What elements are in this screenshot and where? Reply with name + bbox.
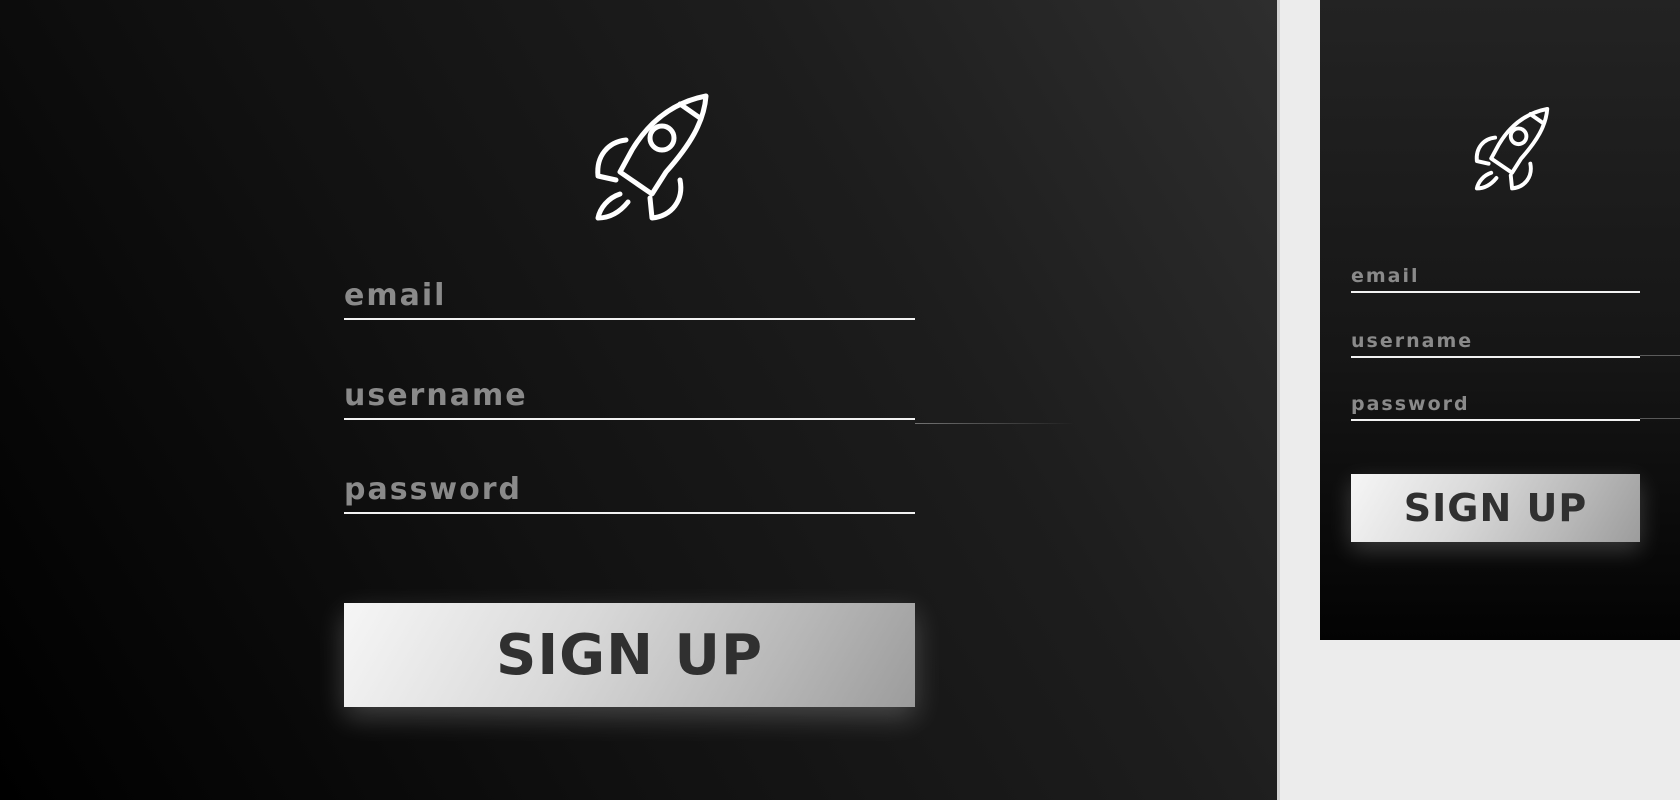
rocket-icon xyxy=(595,93,709,221)
underline-glare xyxy=(1640,355,1680,356)
email-input-small[interactable] xyxy=(1351,260,1640,291)
rocket-icon xyxy=(1474,106,1550,191)
username-field-small[interactable] xyxy=(1351,325,1640,358)
signup-button-small[interactable]: SIGN UP xyxy=(1351,474,1640,542)
page: SIGN UP SIGN UP xyxy=(0,0,1680,800)
signup-button[interactable]: SIGN UP xyxy=(344,603,915,707)
password-input-small[interactable] xyxy=(1351,388,1640,419)
email-field-small[interactable] xyxy=(1351,260,1640,293)
username-field[interactable] xyxy=(344,372,915,420)
underline-glare xyxy=(915,423,1075,424)
panel-divider xyxy=(1277,0,1280,800)
email-input[interactable] xyxy=(344,272,915,318)
password-field-small[interactable] xyxy=(1351,388,1640,421)
password-field[interactable] xyxy=(344,466,915,514)
signup-panel-small xyxy=(1320,0,1680,640)
password-input[interactable] xyxy=(344,466,915,512)
email-field[interactable] xyxy=(344,272,915,320)
username-input[interactable] xyxy=(344,372,915,418)
underline-glare xyxy=(1640,418,1680,419)
username-input-small[interactable] xyxy=(1351,325,1640,356)
